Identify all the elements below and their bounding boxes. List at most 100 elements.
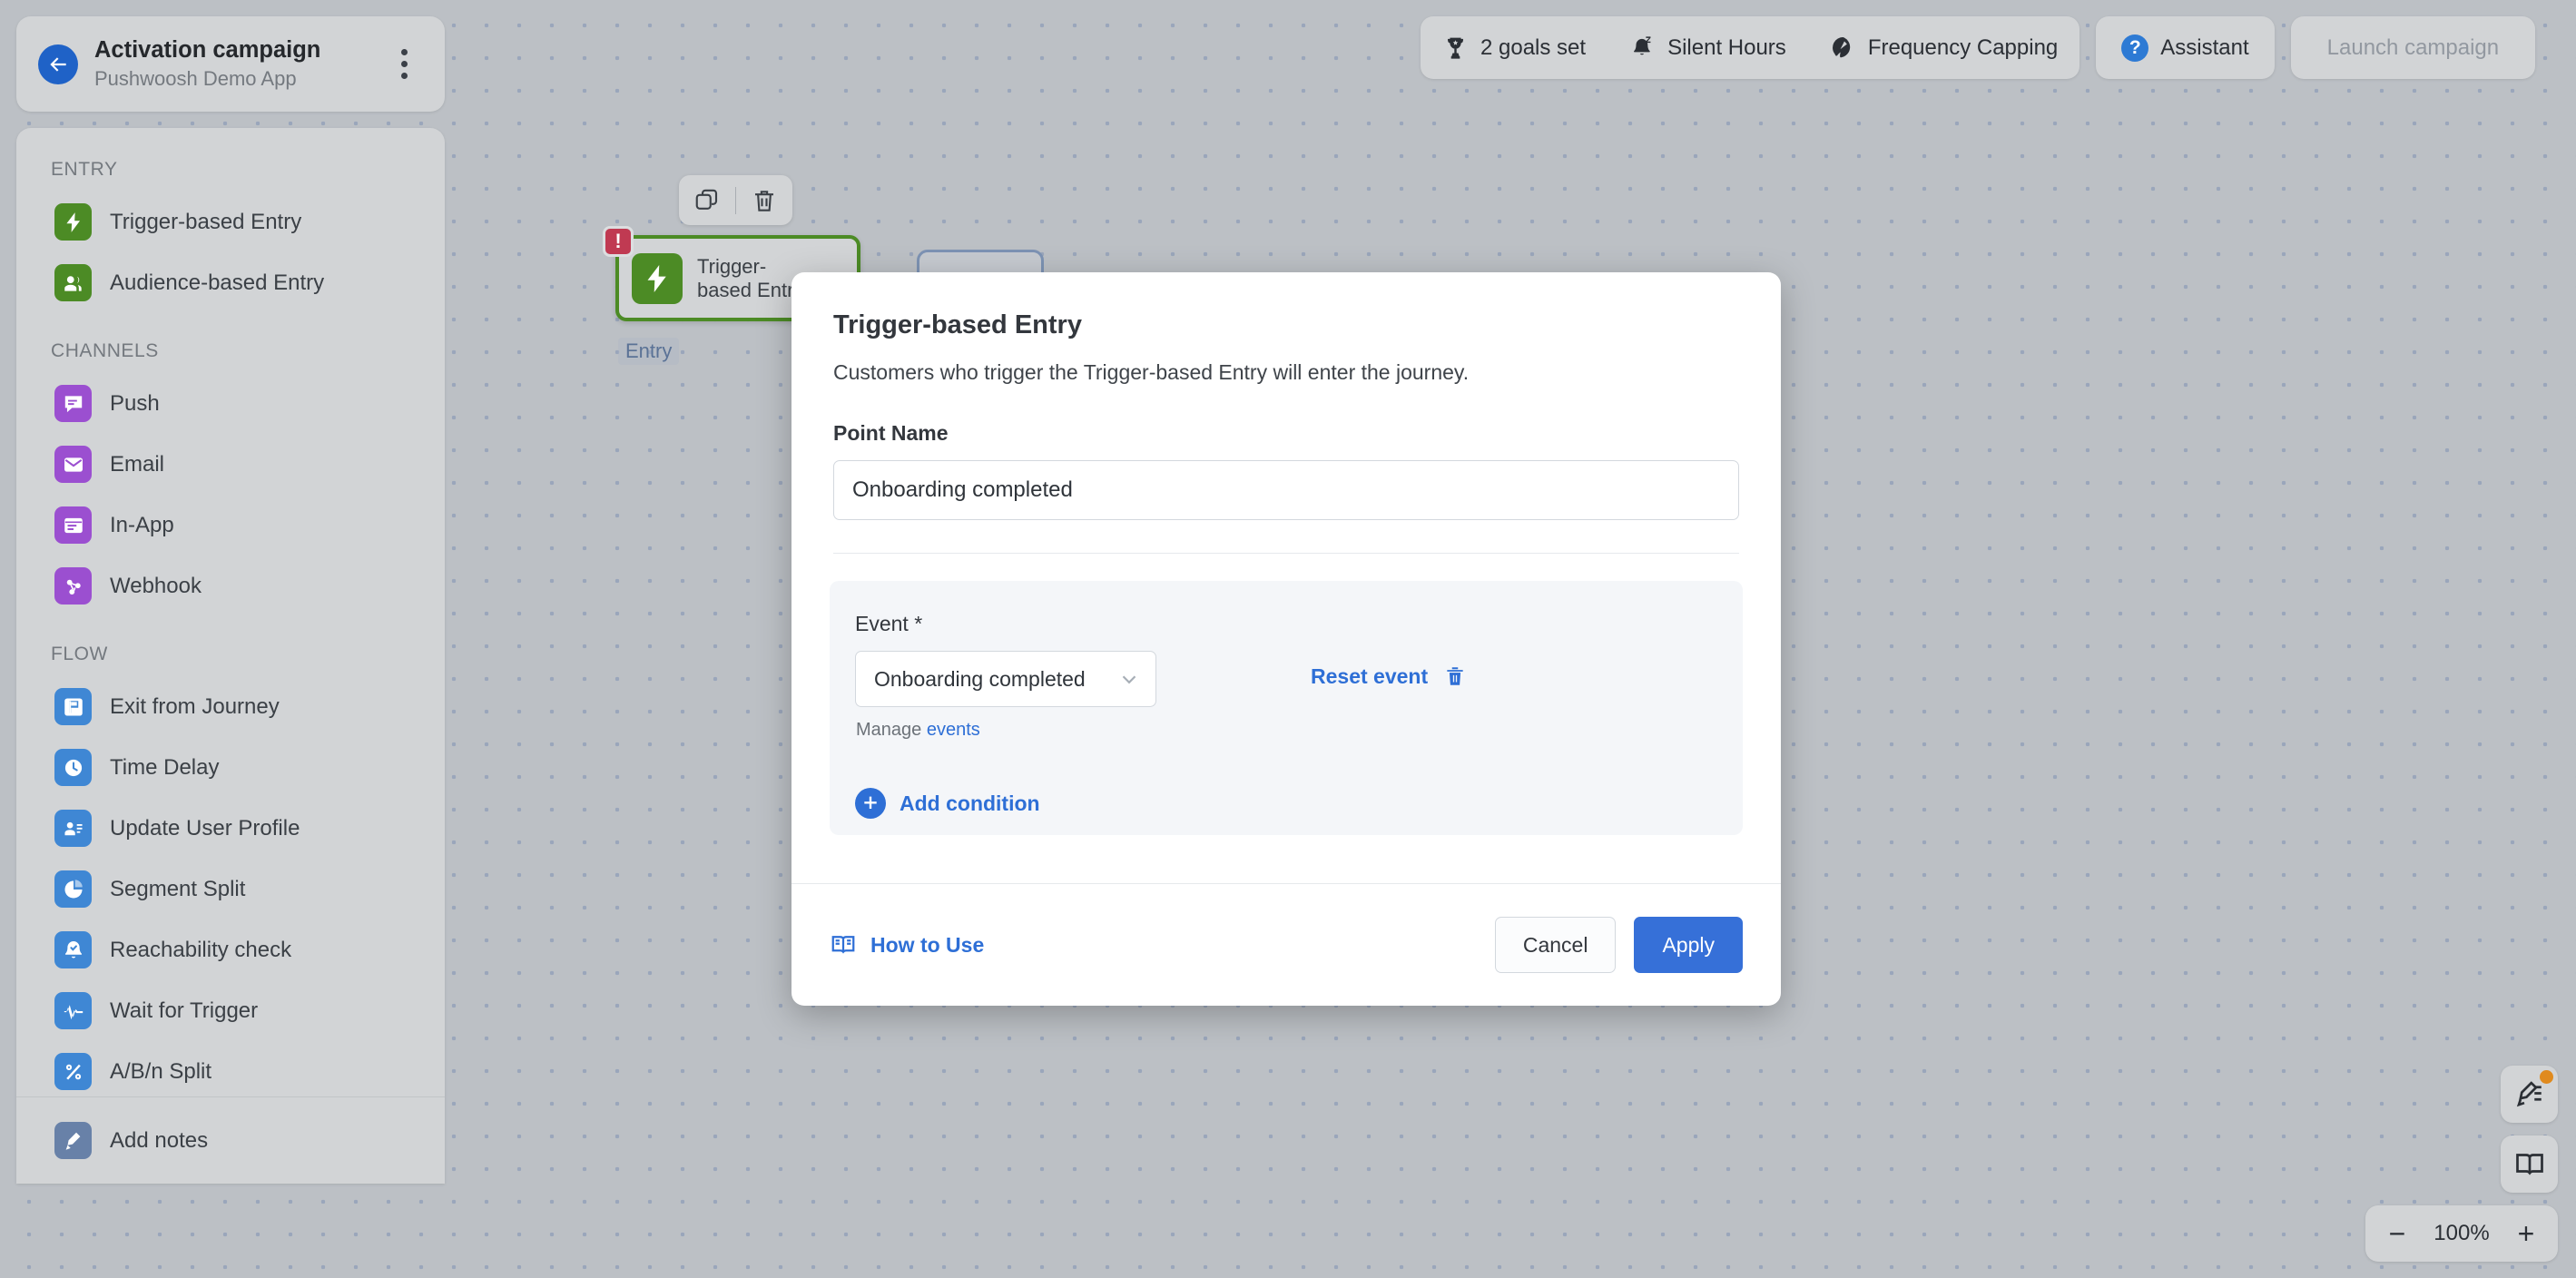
silent-hours-button[interactable]: Silent Hours [1608, 16, 1808, 79]
palette-item-update-user-profile[interactable]: Update User Profile [16, 798, 445, 859]
node-sublabel: Entry [618, 338, 679, 365]
event-label: Event * [855, 612, 1712, 636]
palette-item-icon-wrapper [54, 810, 92, 847]
canvas-guide-button[interactable] [2501, 1135, 2558, 1193]
palette-item-reachability-check[interactable]: Reachability check [16, 919, 445, 980]
campaign-menu-button[interactable] [390, 44, 418, 84]
manage-events-link[interactable]: events [927, 720, 980, 740]
palette-item-label: Trigger-based Entry [110, 210, 301, 235]
palette-item-webhook[interactable]: Webhook [16, 555, 445, 616]
event-select[interactable]: Onboarding completed [855, 651, 1156, 707]
flag-icon [62, 695, 85, 719]
zoom-in-button[interactable]: + [2502, 1205, 2551, 1262]
dialog-body: Event * Onboarding completed Manage even… [791, 554, 1781, 883]
event-panel: Event * Onboarding completed Manage even… [830, 581, 1743, 835]
cancel-button[interactable]: Cancel [1495, 917, 1617, 973]
pie-chart-icon [62, 878, 85, 901]
palette-item-audience-based-entry[interactable]: Audience-based Entry [16, 252, 445, 313]
reset-event-label: Reset event [1311, 664, 1428, 689]
blocks-palette: ENTRY Trigger-based Entry Audience-based E… [16, 128, 445, 1184]
palette-item-time-delay[interactable]: Time Delay [16, 737, 445, 798]
palette-item-exit-from-journey[interactable]: Exit from Journey [16, 676, 445, 737]
add-notes-label: Add notes [110, 1128, 208, 1154]
zoom-out-button[interactable]: − [2373, 1205, 2422, 1262]
palette-item-wait-for-trigger[interactable]: Wait for Trigger [16, 980, 445, 1041]
how-to-use-button[interactable]: How to Use [830, 931, 984, 958]
palette-item-segment-split[interactable]: Segment Split [16, 859, 445, 919]
palette-item-label: Wait for Trigger [110, 998, 258, 1024]
add-condition-label: Add condition [900, 791, 1040, 816]
silent-hours-label: Silent Hours [1667, 35, 1786, 61]
pulse-wave-icon [62, 999, 85, 1023]
how-to-use-label: How to Use [870, 933, 984, 958]
top-toolbar: 2 goals set Silent Hours Frequency Cappi… [1421, 16, 2535, 79]
palette-item-a-b-n-split[interactable]: A/B/n Split [16, 1041, 445, 1096]
duplicate-icon [693, 187, 721, 214]
add-condition-button[interactable]: Add condition [855, 788, 1712, 819]
palette-section-label: FLOW [16, 644, 445, 665]
zoom-controls: − 100% + [2365, 1205, 2558, 1262]
palette-scroll-area[interactable]: ENTRY Trigger-based Entry Audience-based E… [16, 159, 445, 1096]
event-select-value: Onboarding completed [874, 667, 1117, 692]
launch-campaign-button[interactable]: Launch campaign [2291, 16, 2535, 79]
palette-item-icon-wrapper [54, 749, 92, 786]
assistant-group: ? Assistant [2096, 16, 2274, 79]
palette-item-icon-wrapper [54, 264, 92, 301]
kebab-menu-icon [401, 49, 408, 55]
palette-item-label: A/B/n Split [110, 1059, 211, 1085]
zoom-level-label: 100% [2422, 1221, 2502, 1246]
canvas-controls: − 100% + [2365, 1066, 2558, 1262]
delete-node-button[interactable] [736, 175, 792, 225]
node-error-badge: ! [603, 226, 634, 257]
reset-event-button[interactable]: Reset event [1311, 664, 1467, 689]
envelope-icon [62, 453, 85, 477]
duplicate-node-button[interactable] [679, 175, 735, 225]
palette-item-label: Exit from Journey [110, 694, 280, 720]
palette-item-email[interactable]: Email [16, 434, 445, 495]
palette-section-label: ENTRY [16, 159, 445, 181]
palette-item-label: Time Delay [110, 755, 219, 781]
palette-item-trigger-based-entry[interactable]: Trigger-based Entry [16, 192, 445, 252]
palette-item-label: Segment Split [110, 877, 245, 902]
point-name-input[interactable] [833, 460, 1739, 520]
frequency-capping-button[interactable]: Frequency Capping [1808, 16, 2079, 79]
clock-icon [62, 756, 85, 780]
apply-button[interactable]: Apply [1634, 917, 1743, 973]
palette-item-label: In-App [110, 513, 174, 538]
event-row: Onboarding completed Manage events Reset… [855, 651, 1712, 741]
question-circle-icon: ? [2121, 34, 2148, 62]
palette-item-icon-wrapper [54, 688, 92, 725]
event-select-column: Onboarding completed Manage events [855, 651, 1156, 741]
point-name-label: Point Name [833, 421, 1739, 446]
bell-sleep-icon [1629, 34, 1656, 61]
dialog-header: Trigger-based Entry Customers who trigge… [791, 272, 1781, 554]
book-icon [830, 931, 857, 958]
canvas-notes-button[interactable] [2501, 1066, 2558, 1123]
palette-item-icon-wrapper [54, 567, 92, 605]
book-icon [2513, 1148, 2546, 1181]
speedometer-icon [1830, 34, 1856, 61]
node-toolbar [679, 175, 792, 225]
node-label: Trigger-based Entry [697, 255, 803, 302]
dialog-description: Customers who trigger the Trigger-based … [833, 360, 1739, 385]
lightning-bolt-icon [62, 211, 85, 234]
palette-item-icon-wrapper [54, 385, 92, 422]
campaign-settings-group: 2 goals set Silent Hours Frequency Cappi… [1421, 16, 2079, 79]
palette-item-label: Audience-based Entry [110, 270, 324, 296]
pen-note-icon [2513, 1078, 2546, 1111]
trigger-based-entry-dialog: Trigger-based Entry Customers who trigge… [791, 272, 1781, 1006]
add-notes-button[interactable]: Add notes [16, 1096, 445, 1184]
percent-icon [62, 1060, 85, 1084]
webhook-icon [62, 575, 85, 598]
assistant-button[interactable]: ? Assistant [2096, 16, 2274, 79]
frequency-capping-label: Frequency Capping [1868, 35, 2058, 61]
palette-item-push[interactable]: Push [16, 373, 445, 434]
add-notes-icon-wrapper [54, 1122, 92, 1159]
palette-item-in-app[interactable]: In-App [16, 495, 445, 555]
palette-item-label: Email [110, 452, 164, 477]
back-button[interactable] [38, 44, 78, 84]
palette-item-icon-wrapper [54, 446, 92, 483]
goals-button[interactable]: 2 goals set [1421, 16, 1608, 79]
palette-item-icon-wrapper [54, 506, 92, 544]
arrow-left-icon [46, 53, 70, 76]
